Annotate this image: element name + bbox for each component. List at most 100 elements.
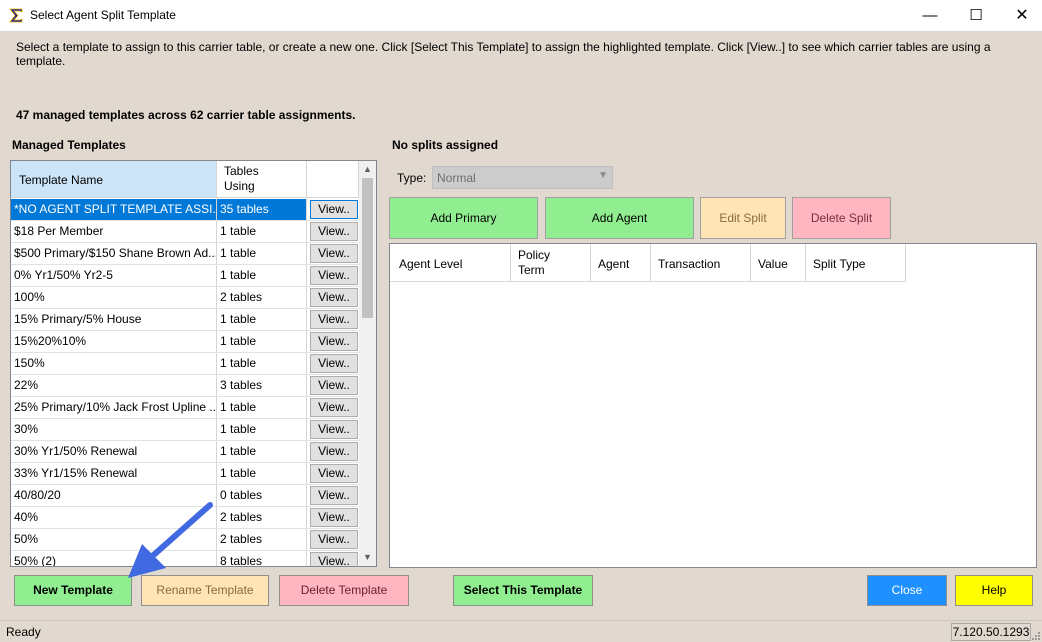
template-name-cell[interactable]: 150% [11,353,217,374]
view-button[interactable]: View.. [310,464,358,483]
view-button[interactable]: View.. [310,222,358,241]
tables-using-cell[interactable]: 1 table [217,265,307,286]
delete-template-button[interactable]: Delete Template [279,575,409,606]
tables-using-cell[interactable]: 1 table [217,419,307,440]
tables-using-cell[interactable]: 1 table [217,463,307,484]
table-row[interactable]: 40% 2 tables View.. [11,507,359,529]
view-button[interactable]: View.. [310,244,358,263]
table-row[interactable]: 50% (2) 8 tables View.. [11,551,359,566]
tables-using-cell[interactable]: 0 tables [217,485,307,506]
template-name-cell[interactable]: 50% (2) [11,551,217,566]
policy-term-line1: Policy [518,248,551,262]
splits-grid[interactable]: Agent Level Policy Term Agent Transactio… [389,243,1037,568]
type-select[interactable]: Normal ▼ [432,166,613,189]
tables-using-cell[interactable]: 3 tables [217,375,307,396]
view-button[interactable]: View.. [310,420,358,439]
templates-scrollbar[interactable]: ▲ ▼ [359,161,376,566]
table-row[interactable]: 0% Yr1/50% Yr2-5 1 table View.. [11,265,359,287]
template-name-cell[interactable]: $18 Per Member [11,221,217,242]
template-name-cell[interactable]: 30% [11,419,217,440]
table-row[interactable]: 30% 1 table View.. [11,419,359,441]
help-button[interactable]: Help [955,575,1033,606]
view-button[interactable]: View.. [310,266,358,285]
table-row[interactable]: *NO AGENT SPLIT TEMPLATE ASSI... 35 table… [11,199,359,221]
view-button[interactable]: View.. [310,508,358,527]
tables-using-cell[interactable]: 2 tables [217,507,307,528]
column-header-split-type[interactable]: Split Type [806,244,906,282]
template-name-cell[interactable]: $500 Primary/$150 Shane Brown Ad... [11,243,217,264]
table-row[interactable]: 33% Yr1/15% Renewal 1 table View.. [11,463,359,485]
template-name-cell[interactable]: *NO AGENT SPLIT TEMPLATE ASSI... [11,199,217,220]
template-name-cell[interactable]: 100% [11,287,217,308]
view-button[interactable]: View.. [310,552,358,566]
template-name-cell[interactable]: 22% [11,375,217,396]
tables-using-cell[interactable]: 35 tables [217,199,307,220]
tables-using-cell[interactable]: 1 table [217,221,307,242]
template-name-cell[interactable]: 40% [11,507,217,528]
column-header-tables-using[interactable]: Tables Using [217,161,307,198]
template-name-cell[interactable]: 33% Yr1/15% Renewal [11,463,217,484]
template-name-cell[interactable]: 50% [11,529,217,550]
view-button[interactable]: View.. [310,200,358,219]
view-button[interactable]: View.. [310,398,358,417]
template-name-cell[interactable]: 40/80/20 [11,485,217,506]
tables-using-cell[interactable]: 1 table [217,331,307,352]
column-header-value[interactable]: Value [751,244,806,282]
scroll-up-arrow-icon[interactable]: ▲ [359,161,376,178]
column-header-agent-level[interactable]: Agent Level [390,244,511,282]
tables-using-cell[interactable]: 1 table [217,441,307,462]
column-header-transaction[interactable]: Transaction [651,244,751,282]
tables-using-cell[interactable]: 2 tables [217,529,307,550]
minimize-button[interactable]: — [907,0,953,31]
template-name-cell[interactable]: 30% Yr1/50% Renewal [11,441,217,462]
table-row[interactable]: 25% Primary/10% Jack Frost Upline ... 1 t… [11,397,359,419]
templates-grid[interactable]: Template Name Tables Using *NO AGENT SPL… [10,160,377,567]
table-row[interactable]: 50% 2 tables View.. [11,529,359,551]
table-row[interactable]: 15% Primary/5% House 1 table View.. [11,309,359,331]
rename-template-button[interactable]: Rename Template [141,575,269,606]
view-button[interactable]: View.. [310,310,358,329]
table-row[interactable]: 30% Yr1/50% Renewal 1 table View.. [11,441,359,463]
tables-using-cell[interactable]: 8 tables [217,551,307,566]
view-button[interactable]: View.. [310,486,358,505]
add-agent-button[interactable]: Add Agent [545,197,694,239]
template-name-cell[interactable]: 15%20%10% [11,331,217,352]
tables-using-cell[interactable]: 2 tables [217,287,307,308]
tables-using-cell[interactable]: 1 table [217,397,307,418]
view-button[interactable]: View.. [310,442,358,461]
table-row[interactable]: $500 Primary/$150 Shane Brown Ad... 1 tab… [11,243,359,265]
delete-split-button[interactable]: Delete Split [792,197,891,239]
new-template-button[interactable]: New Template [14,575,132,606]
view-button[interactable]: View.. [310,376,358,395]
add-primary-button[interactable]: Add Primary [389,197,538,239]
table-row[interactable]: 22% 3 tables View.. [11,375,359,397]
templates-grid-header: Template Name Tables Using [11,161,359,199]
maximize-button[interactable]: ☐ [953,0,999,31]
view-button[interactable]: View.. [310,354,358,373]
close-button[interactable]: Close [867,575,947,606]
select-this-template-button[interactable]: Select This Template [453,575,593,606]
tables-using-cell[interactable]: 1 table [217,243,307,264]
table-row[interactable]: $18 Per Member 1 table View.. [11,221,359,243]
scroll-down-arrow-icon[interactable]: ▼ [359,549,376,566]
table-row[interactable]: 15%20%10% 1 table View.. [11,331,359,353]
view-cell: View.. [307,375,359,396]
template-name-cell[interactable]: 0% Yr1/50% Yr2-5 [11,265,217,286]
tables-using-cell[interactable]: 1 table [217,309,307,330]
template-name-cell[interactable]: 15% Primary/5% House [11,309,217,330]
tables-using-cell[interactable]: 1 table [217,353,307,374]
view-button[interactable]: View.. [310,530,358,549]
table-row[interactable]: 40/80/20 0 tables View.. [11,485,359,507]
table-row[interactable]: 150% 1 table View.. [11,353,359,375]
close-window-button[interactable]: ✕ [999,0,1042,31]
column-header-template-name[interactable]: Template Name [11,161,217,198]
view-button[interactable]: View.. [310,332,358,351]
table-row[interactable]: 100% 2 tables View.. [11,287,359,309]
template-name-cell[interactable]: 25% Primary/10% Jack Frost Upline ... [11,397,217,418]
column-header-agent[interactable]: Agent [591,244,651,282]
view-button[interactable]: View.. [310,288,358,307]
column-header-policy-term[interactable]: Policy Term [511,244,591,282]
resize-grip-icon[interactable] [1032,632,1040,640]
scroll-thumb[interactable] [362,178,373,318]
edit-split-button[interactable]: Edit Split [700,197,786,239]
